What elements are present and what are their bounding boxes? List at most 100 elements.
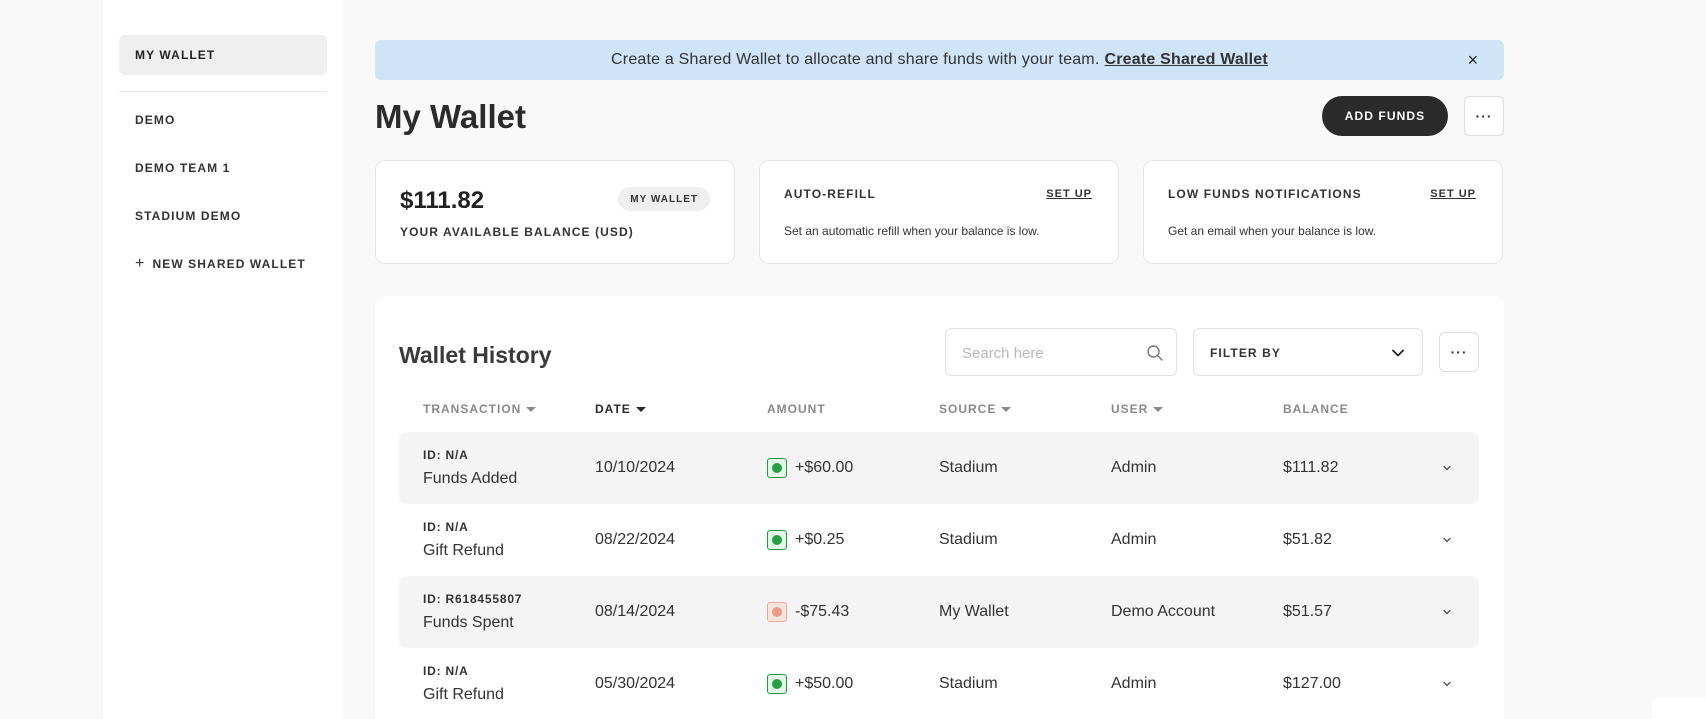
sidebar-item-label: DEMO bbox=[135, 113, 176, 127]
column-header-label: SOURCE bbox=[939, 402, 997, 416]
search-icon[interactable] bbox=[1146, 344, 1164, 362]
corner-widget bbox=[1652, 697, 1706, 719]
create-shared-wallet-link[interactable]: Create Shared Wallet bbox=[1104, 51, 1267, 69]
sort-caret-icon bbox=[526, 406, 537, 412]
sort-caret-icon bbox=[1001, 406, 1012, 412]
transaction-amount: -$75.43 bbox=[767, 576, 849, 648]
transaction-source: My Wallet bbox=[939, 603, 1009, 620]
balance-label: YOUR AVAILABLE BALANCE (USD) bbox=[400, 225, 634, 239]
low-funds-title: LOW FUNDS NOTIFICATIONS bbox=[1168, 187, 1362, 201]
sidebar-item-label: MY WALLET bbox=[135, 48, 216, 62]
sort-caret-icon bbox=[1153, 406, 1164, 412]
sidebar-item-stadium-demo[interactable]: STADIUM DEMO bbox=[119, 196, 327, 236]
sidebar-divider bbox=[119, 91, 327, 92]
transaction-balance: $111.82 bbox=[1283, 459, 1339, 476]
filter-by-dropdown[interactable]: FILTER BY bbox=[1193, 328, 1423, 376]
amount-value: -$75.43 bbox=[795, 603, 850, 620]
low-funds-card: LOW FUNDS NOTIFICATIONS SET UP Get an em… bbox=[1143, 160, 1503, 264]
auto-refill-card: AUTO-REFILL SET UP Set an automatic refi… bbox=[759, 160, 1119, 264]
column-header-amount: AMOUNT bbox=[767, 402, 826, 416]
transaction-source: Stadium bbox=[939, 531, 998, 548]
plus-icon: + bbox=[135, 255, 146, 272]
table-row[interactable]: ID: R618455807 Funds Spent 08/14/2024 -$… bbox=[399, 576, 1479, 648]
table-row[interactable]: ID: N/A Funds Added 10/10/2024 +$60.00 S… bbox=[399, 432, 1479, 504]
column-header-date[interactable]: DATE bbox=[595, 402, 646, 416]
column-header-label: TRANSACTION bbox=[423, 402, 522, 416]
transaction-user: Admin bbox=[1111, 459, 1157, 476]
auto-refill-title: AUTO-REFILL bbox=[784, 187, 876, 201]
transaction-id: ID: R618455807 bbox=[423, 592, 523, 606]
page-title: My Wallet bbox=[375, 98, 526, 135]
close-icon[interactable]: × bbox=[1462, 49, 1484, 71]
sidebar: MY WALLET DEMO DEMO TEAM 1 STADIUM DEMO … bbox=[103, 0, 343, 719]
debit-indicator-icon bbox=[767, 602, 787, 622]
transaction-user: Admin bbox=[1111, 675, 1157, 692]
ellipsis-icon: ··· bbox=[1450, 344, 1468, 360]
sidebar-item-demo-team-1[interactable]: DEMO TEAM 1 bbox=[119, 148, 327, 188]
sidebar-item-demo[interactable]: DEMO bbox=[119, 100, 327, 140]
amount-value: +$50.00 bbox=[795, 675, 854, 692]
table-row[interactable]: ID: N/A Gift Refund 05/30/2024 +$50.00 S… bbox=[399, 648, 1479, 719]
chevron-down-icon bbox=[1392, 349, 1404, 357]
column-header-label: AMOUNT bbox=[767, 402, 826, 416]
low-funds-setup-link[interactable]: SET UP bbox=[1430, 188, 1476, 200]
filter-by-label: FILTER BY bbox=[1210, 346, 1282, 360]
chevron-down-icon[interactable] bbox=[1441, 534, 1453, 546]
column-header-user[interactable]: USER bbox=[1111, 402, 1164, 416]
transaction-source: Stadium bbox=[939, 459, 998, 476]
chevron-down-icon[interactable] bbox=[1441, 462, 1453, 474]
search-input[interactable] bbox=[962, 342, 1142, 364]
transaction-name: Gift Refund bbox=[423, 686, 504, 703]
transaction-source: Stadium bbox=[939, 675, 998, 692]
credit-indicator-icon bbox=[767, 530, 787, 550]
transaction-date: 08/22/2024 bbox=[595, 531, 676, 548]
history-more-button[interactable]: ··· bbox=[1439, 332, 1479, 372]
new-shared-wallet-label: NEW SHARED WALLET bbox=[152, 257, 306, 271]
column-header-source[interactable]: SOURCE bbox=[939, 402, 1012, 416]
amount-value: +$0.25 bbox=[795, 531, 845, 548]
table-row[interactable]: ID: N/A Gift Refund 08/22/2024 +$0.25 St… bbox=[399, 504, 1479, 576]
new-shared-wallet-button[interactable]: + NEW SHARED WALLET bbox=[119, 244, 327, 284]
banner-text: Create a Shared Wallet to allocate and s… bbox=[611, 51, 1100, 68]
transaction-balance: $51.57 bbox=[1283, 603, 1332, 620]
sort-caret-icon bbox=[635, 406, 646, 412]
sidebar-item-label: DEMO TEAM 1 bbox=[135, 161, 231, 175]
transaction-id: ID: N/A bbox=[423, 664, 469, 678]
more-options-button[interactable]: ··· bbox=[1464, 96, 1504, 136]
wallet-history-panel: Wallet History FILTER BY ··· TRANSACTION… bbox=[375, 296, 1504, 719]
chevron-down-icon[interactable] bbox=[1441, 678, 1453, 690]
transaction-name: Gift Refund bbox=[423, 542, 504, 559]
main-content: Create a Shared Wallet to allocate and s… bbox=[375, 0, 1504, 719]
transaction-balance: $127.00 bbox=[1283, 675, 1341, 692]
balance-amount: $111.82 bbox=[400, 187, 485, 214]
sidebar-item-my-wallet[interactable]: MY WALLET bbox=[119, 35, 327, 75]
transaction-user: Admin bbox=[1111, 531, 1157, 548]
credit-indicator-icon bbox=[767, 458, 787, 478]
transaction-amount: +$0.25 bbox=[767, 504, 844, 576]
search-box bbox=[945, 328, 1177, 376]
column-header-label: DATE bbox=[595, 402, 631, 416]
transaction-date: 05/30/2024 bbox=[595, 675, 676, 692]
add-funds-button[interactable]: ADD FUNDS bbox=[1322, 96, 1448, 136]
auto-refill-setup-link[interactable]: SET UP bbox=[1046, 188, 1092, 200]
transaction-id: ID: N/A bbox=[423, 520, 469, 534]
low-funds-description: Get an email when your balance is low. bbox=[1168, 224, 1377, 238]
transaction-balance: $51.82 bbox=[1283, 531, 1332, 548]
transaction-date: 08/14/2024 bbox=[595, 603, 676, 620]
transaction-name: Funds Added bbox=[423, 470, 518, 487]
transaction-amount: +$60.00 bbox=[767, 432, 853, 504]
transaction-date: 10/10/2024 bbox=[595, 459, 676, 476]
transaction-amount: +$50.00 bbox=[767, 648, 853, 719]
transaction-user: Demo Account bbox=[1111, 603, 1216, 620]
sidebar-item-label: STADIUM DEMO bbox=[135, 209, 242, 223]
column-header-transaction[interactable]: TRANSACTION bbox=[423, 402, 537, 416]
wallet-badge: MY WALLET bbox=[618, 187, 710, 211]
wallet-history-title: Wallet History bbox=[399, 342, 552, 368]
ellipsis-icon: ··· bbox=[1475, 108, 1493, 124]
balance-card: $111.82 MY WALLET YOUR AVAILABLE BALANCE… bbox=[375, 160, 735, 264]
transaction-id: ID: N/A bbox=[423, 448, 469, 462]
chevron-down-icon[interactable] bbox=[1441, 606, 1453, 618]
credit-indicator-icon bbox=[767, 674, 787, 694]
auto-refill-description: Set an automatic refill when your balanc… bbox=[784, 224, 1040, 238]
page-gutter bbox=[0, 0, 103, 719]
